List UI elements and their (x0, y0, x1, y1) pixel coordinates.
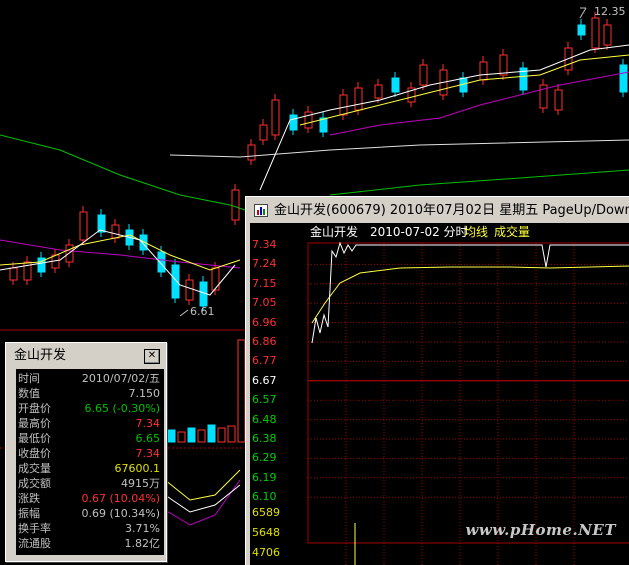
data-window-titlebar[interactable]: 金山开发 ✕ (8, 345, 164, 367)
price-axis-label: 7.05 (252, 296, 277, 310)
data-row-value: 3.71% (125, 522, 160, 535)
minute-date-label: 2010-07-02 分时 (370, 225, 468, 239)
data-row: 成交额 4915万 (16, 476, 164, 491)
data-row-label: 数值 (18, 387, 40, 400)
data-row: 数值 7.150 (16, 386, 164, 401)
data-row: 换手率 3.71% (16, 521, 164, 536)
price-axis-label: 7.15 (252, 276, 277, 290)
data-row: 时间 2010/07/02/五 (16, 371, 164, 386)
data-window-body: 时间 2010/07/02/五 数值 7.150 开盘价 6.65 (-0.30%) 最高价… (16, 369, 164, 555)
volume-bars (167, 339, 246, 443)
data-row-label: 收盘价 (18, 447, 51, 460)
data-row-value: 0.69 (10.34%) (81, 507, 160, 520)
data-row-label: 最低价 (18, 432, 51, 445)
minute-chart-window[interactable]: 金山开发(600679) 2010年07月02日 星期五 PageUp/Down… (245, 196, 629, 565)
watermark: www.pHome.NET (465, 521, 616, 539)
volume-axis-label: 4706 (252, 546, 280, 559)
data-row-label: 涨跌 (18, 492, 40, 505)
data-row-value: 7.34 (135, 447, 161, 460)
data-row: 涨跌 0.67 (10.04%) (16, 491, 164, 506)
minute-chart-pane[interactable]: 金山开发 2010-07-02 分时 均线 成交量 7.34 7.24 7.15 7.… (250, 223, 629, 565)
data-row-value: 67600.1 (114, 462, 161, 475)
price-axis-label: 6.77 (252, 354, 277, 368)
data-row-label: 时间 (18, 372, 40, 385)
data-row: 收盘价 7.34 (16, 446, 164, 461)
data-row-value: 6.65 (135, 432, 161, 445)
price-axis-label: 6.86 (252, 335, 277, 348)
price-axis-label: 6.67 (252, 373, 277, 387)
data-row-label: 开盘价 (18, 402, 51, 415)
minute-window-titlebar[interactable]: 金山开发(600679) 2010年07月02日 星期五 PageUp/Down… (250, 199, 629, 223)
minute-window-title: 金山开发(600679) 2010年07月02日 星期五 PageUp/Down… (274, 203, 629, 218)
data-row: 最高价 7.34 (16, 416, 164, 431)
volume-label: 成交量 (494, 225, 531, 239)
data-row: 最低价 6.65 (16, 431, 164, 446)
data-row: 成交量 67600.1 (16, 461, 164, 476)
data-row-value: 1.82亿 (124, 537, 161, 550)
high-price-label: 12.35 (594, 5, 626, 18)
data-row-label: 换手率 (18, 522, 51, 535)
data-row-value: 0.67 (10.04%) (81, 492, 160, 505)
price-axis-label: 6.29 (252, 451, 277, 465)
data-row-value: 6.65 (-0.30%) (84, 402, 161, 415)
price-axis-label: 6.57 (252, 393, 277, 407)
chart-icon (254, 204, 268, 217)
volume-axis-label: 6589 (252, 506, 280, 519)
data-row-label: 最高价 (18, 417, 51, 430)
price-axis-label: 7.34 (252, 238, 277, 251)
price-axis-label: 6.96 (252, 315, 277, 329)
price-axis-label: 7.24 (252, 257, 277, 271)
data-row-value: 2010/07/02/五 (81, 372, 160, 385)
data-row-label: 振幅 (18, 507, 40, 520)
price-axis-label: 6.48 (252, 412, 277, 426)
data-row: 开盘价 6.65 (-0.30%) (16, 401, 164, 416)
data-row-value: 7.34 (135, 417, 161, 430)
data-window-title: 金山开发 (14, 348, 67, 363)
data-row-label: 成交额 (18, 477, 51, 490)
price-axis-label: 6.10 (252, 490, 277, 504)
data-row-value: 4915万 (121, 477, 160, 490)
avg-line-label: 均线 (464, 225, 489, 239)
price-axis-label: 6.19 (252, 470, 277, 484)
data-row-label: 成交量 (18, 462, 51, 475)
data-row-label: 流通股 (18, 537, 51, 550)
data-row-value: 7.150 (128, 387, 161, 400)
low-price-label: 6.61 (190, 305, 215, 318)
minute-stock-name: 金山开发 (310, 225, 359, 239)
close-icon[interactable]: ✕ (144, 349, 160, 364)
data-window[interactable]: 金山开发 ✕ 时间 2010/07/02/五数值 7.150 开盘价 6.65 (-0.… (5, 342, 167, 562)
data-row: 流通股 1.82亿 (16, 536, 164, 551)
volume-axis-label: 5648 (252, 526, 280, 539)
data-row: 振幅 0.69 (10.34%) (16, 506, 164, 521)
price-axis-label: 6.38 (252, 432, 277, 445)
